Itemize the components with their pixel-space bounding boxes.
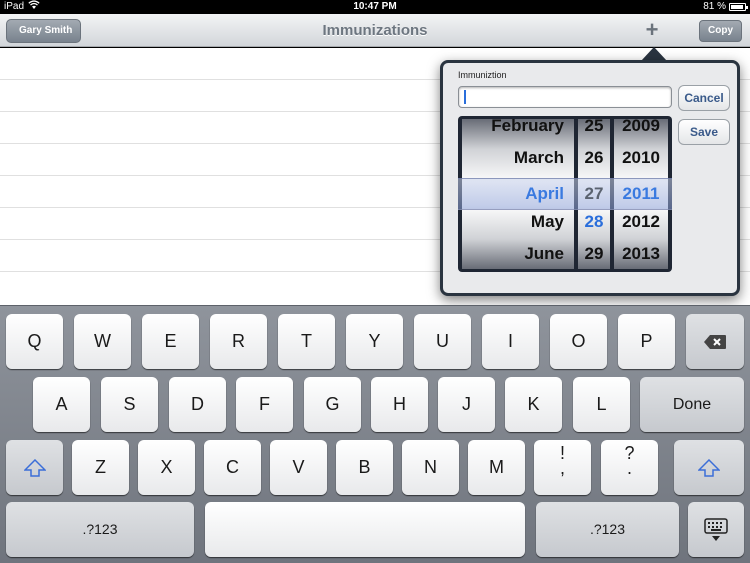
key-f[interactable]: F	[236, 377, 293, 432]
right-shift-key[interactable]	[674, 440, 744, 495]
key-x[interactable]: X	[138, 440, 195, 495]
key-s[interactable]: S	[101, 377, 158, 432]
key-i[interactable]: I	[482, 314, 539, 369]
picker-day-item[interactable]: 26	[578, 142, 610, 174]
key-n[interactable]: N	[402, 440, 459, 495]
hide-keyboard-key[interactable]	[688, 502, 744, 557]
picker-month-item[interactable]: March	[462, 142, 574, 174]
key-g[interactable]: G	[304, 377, 361, 432]
left-shift-key[interactable]	[6, 440, 63, 495]
shift-icon	[697, 457, 721, 477]
picker-day-item[interactable]: 25	[578, 119, 610, 142]
on-screen-keyboard: Q W E R T Y U I O P A S D F G H J K L Do…	[0, 305, 750, 563]
selected-month[interactable]: April	[462, 178, 574, 210]
immunization-field-label: Immuniztion	[458, 70, 507, 80]
key-h[interactable]: H	[371, 377, 428, 432]
picker-month-item[interactable]: May	[462, 206, 574, 238]
key-o[interactable]: O	[550, 314, 607, 369]
keyboard-hide-icon	[703, 518, 729, 542]
selected-year[interactable]: 2011	[614, 178, 668, 210]
numbers-key-right[interactable]: .?123	[536, 502, 679, 557]
picker-year-item[interactable]: 2010	[614, 142, 668, 174]
clock: 10:47 PM	[353, 1, 397, 12]
key-a[interactable]: A	[33, 377, 90, 432]
key-u[interactable]: U	[414, 314, 471, 369]
add-immunization-popover: Immuniztion Cancel Save February March M…	[440, 60, 740, 296]
key-e[interactable]: E	[142, 314, 199, 369]
picker-year-item[interactable]: 2013	[614, 238, 668, 269]
date-picker[interactable]: February March May June 25 26 28 29 2009…	[458, 116, 672, 272]
key-y[interactable]: Y	[346, 314, 403, 369]
picker-month-item[interactable]: June	[462, 238, 574, 269]
key-v[interactable]: V	[270, 440, 327, 495]
key-exclamation-comma[interactable]: !,	[534, 440, 591, 495]
key-question-period[interactable]: ?.	[601, 440, 658, 495]
key-r[interactable]: R	[210, 314, 267, 369]
status-bar: iPad 10:47 PM 81 %	[0, 0, 750, 14]
backspace-key[interactable]	[686, 314, 744, 369]
popover-arrow	[641, 47, 667, 61]
battery-percentage: 81 %	[703, 1, 726, 12]
key-d[interactable]: D	[169, 377, 226, 432]
text-caret	[464, 90, 466, 104]
key-q[interactable]: Q	[6, 314, 63, 369]
picker-year-item[interactable]: 2012	[614, 206, 668, 238]
cancel-button[interactable]: Cancel	[678, 85, 730, 111]
picker-day-item-today[interactable]: 28	[578, 206, 610, 238]
backspace-icon	[703, 331, 727, 351]
key-t[interactable]: T	[278, 314, 335, 369]
selected-day[interactable]: 27	[578, 178, 610, 210]
key-b[interactable]: B	[336, 440, 393, 495]
key-z[interactable]: Z	[72, 440, 129, 495]
add-button[interactable]: +	[640, 17, 664, 43]
copy-button[interactable]: Copy	[699, 20, 742, 42]
key-k[interactable]: K	[505, 377, 562, 432]
key-lower-char: .	[626, 458, 632, 478]
battery-icon	[729, 3, 748, 11]
shift-icon	[22, 457, 47, 477]
save-button[interactable]: Save	[678, 119, 730, 145]
immunization-input[interactable]	[458, 86, 672, 108]
key-m[interactable]: M	[468, 440, 525, 495]
navigation-bar: Gary Smith Immunizations + Copy	[0, 14, 750, 47]
space-key[interactable]	[205, 502, 525, 557]
numbers-key-left[interactable]: .?123	[6, 502, 194, 557]
picker-month-item[interactable]: February	[462, 119, 574, 142]
page-title: Immunizations	[322, 22, 428, 39]
key-w[interactable]: W	[74, 314, 131, 369]
done-key[interactable]: Done	[640, 377, 744, 432]
key-c[interactable]: C	[204, 440, 261, 495]
picker-day-item[interactable]: 29	[578, 238, 610, 269]
key-p[interactable]: P	[618, 314, 675, 369]
key-lower-char: ,	[559, 458, 565, 478]
picker-year-item[interactable]: 2009	[614, 119, 668, 142]
key-j[interactable]: J	[438, 377, 495, 432]
key-l[interactable]: L	[573, 377, 630, 432]
